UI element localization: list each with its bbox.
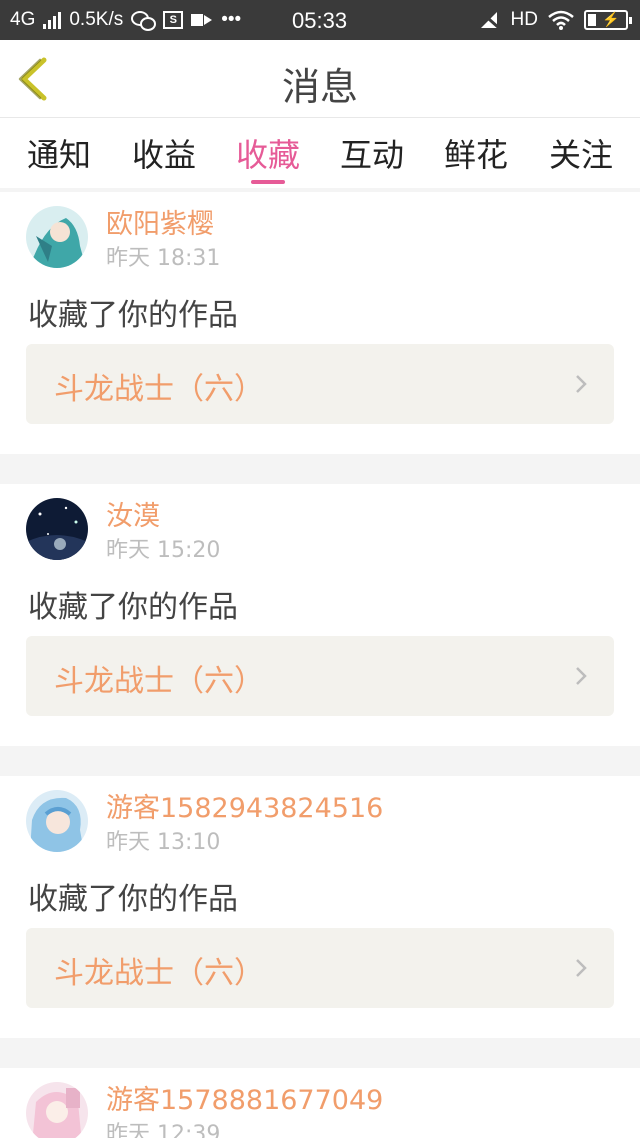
tab-bar: 通知 收益 收藏 互动 鲜花 关注 <box>0 118 640 188</box>
avatar[interactable] <box>26 790 88 852</box>
tab-notifications[interactable]: 通知 <box>14 130 104 176</box>
work-link[interactable]: 斗龙战士（六） <box>26 636 614 716</box>
network-speed: 0.5K/s <box>69 9 124 30</box>
message-card: 汝漠 昨天 15:20 收藏了你的作品 斗龙战士（六） <box>0 484 640 746</box>
username[interactable]: 汝漠 <box>106 494 160 533</box>
status-bar: 4G 0.5K/s S ••• 05:33 HD ⚡ <box>0 0 640 40</box>
message-card: 欧阳紫樱 昨天 18:31 收藏了你的作品 斗龙战士（六） <box>0 192 640 454</box>
message-card: 游客1578881677049 昨天 12:39 <box>0 1068 640 1138</box>
action-text: 收藏了你的作品 <box>28 882 238 917</box>
username[interactable]: 欧阳紫樱 <box>106 202 214 241</box>
battery-icon: ⚡ <box>584 10 632 30</box>
work-link[interactable]: 斗龙战士（六） <box>26 928 614 1008</box>
active-tab-indicator <box>251 180 285 184</box>
chevron-right-icon <box>576 959 587 977</box>
action-text: 收藏了你的作品 <box>28 590 238 625</box>
work-title: 斗龙战士（六） <box>54 372 264 407</box>
chevron-right-icon <box>576 667 587 685</box>
no-signal-icon <box>479 10 500 30</box>
work-title: 斗龙战士（六） <box>54 664 264 699</box>
clock: 05:33 <box>292 8 348 33</box>
sim-icon: S <box>163 11 184 29</box>
timestamp: 昨天 12:39 <box>106 1122 221 1138</box>
avatar[interactable] <box>26 206 88 268</box>
status-bar-left: 4G 0.5K/s S ••• <box>10 9 241 31</box>
chevron-right-icon <box>576 375 587 393</box>
video-icon <box>191 12 213 28</box>
work-title: 斗龙战士（六） <box>54 956 264 991</box>
action-text: 收藏了你的作品 <box>28 298 238 333</box>
wechat-icon <box>131 11 157 31</box>
hd-label: HD <box>510 9 538 30</box>
username[interactable]: 游客1582943824516 <box>106 786 383 825</box>
username[interactable]: 游客1578881677049 <box>106 1078 383 1117</box>
page-title: 消息 <box>281 65 358 109</box>
app-header: 消息 <box>0 40 640 118</box>
wifi-icon <box>548 10 574 30</box>
timestamp: 昨天 18:31 <box>106 246 221 271</box>
avatar[interactable] <box>26 498 88 560</box>
tab-flowers[interactable]: 鲜花 <box>431 130 521 176</box>
message-card: 游客1582943824516 昨天 13:10 收藏了你的作品 斗龙战士（六） <box>0 776 640 1038</box>
signal-icon <box>43 11 62 29</box>
tab-following[interactable]: 关注 <box>536 130 626 176</box>
timestamp: 昨天 15:20 <box>106 538 221 563</box>
network-type: 4G <box>10 9 36 30</box>
tab-interactions[interactable]: 互动 <box>327 130 417 176</box>
tab-earnings[interactable]: 收益 <box>119 130 209 176</box>
timestamp: 昨天 13:10 <box>106 830 221 855</box>
tab-favorites[interactable]: 收藏 <box>223 130 313 176</box>
more-icon: ••• <box>221 9 242 30</box>
status-bar-right: HD ⚡ <box>479 9 632 31</box>
avatar[interactable] <box>26 1082 88 1138</box>
work-link[interactable]: 斗龙战士（六） <box>26 344 614 424</box>
